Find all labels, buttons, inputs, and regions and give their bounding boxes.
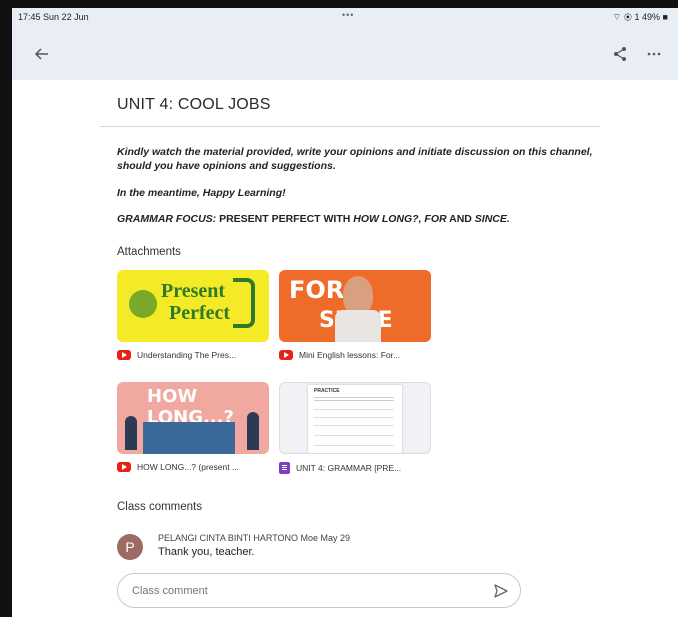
send-icon[interactable]: [492, 582, 510, 600]
class-comment-input[interactable]: [130, 582, 474, 600]
share-icon: [614, 47, 626, 61]
attachment-thumbnail: HOW LONG...?: [117, 382, 269, 454]
title-divider: [100, 126, 600, 127]
avatar: P: [117, 534, 143, 560]
comment-text: Thank you, teacher.: [158, 546, 255, 558]
attachment-thumbnail: PRACTICE: [279, 382, 431, 454]
document-icon: [279, 462, 290, 474]
more-horizontal-icon: [647, 52, 661, 56]
app-bar: [12, 26, 678, 80]
attachment-card-how-long[interactable]: HOW LONG...? HOW LONG...? (present ...: [117, 382, 269, 472]
class-comment-field[interactable]: [117, 573, 521, 608]
attachment-label: Mini English lessons: For...: [279, 350, 429, 360]
attachment-card-present-perfect[interactable]: Present Perfect Understanding The Pres..…: [117, 270, 269, 360]
attachment-label: HOW LONG...? (present ...: [117, 462, 267, 472]
back-button[interactable]: [28, 40, 56, 68]
youtube-icon: [279, 350, 293, 360]
post-paragraph-greeting: In the meantime, Happy Learning!: [117, 187, 286, 199]
share-button[interactable]: [606, 40, 634, 68]
post-paragraph-grammar-focus: GRAMMAR FOCUS: PRESENT PERFECT WITH HOW …: [117, 213, 510, 225]
black-frame-top: [0, 0, 678, 8]
more-options-button[interactable]: [640, 40, 668, 68]
youtube-icon: [117, 350, 131, 360]
screen: 17:45 Sun 22 Jun ••• ⌔ ◉ 1 49% ■ UNIT 4:…: [0, 0, 678, 617]
comment-author-date: PELANGI CINTA BINTI HARTONO Moe May 29: [158, 533, 351, 543]
status-dots: •••: [342, 10, 355, 20]
attachment-label: Understanding The Pres...: [117, 350, 267, 360]
attachment-card-grammar-doc[interactable]: PRACTICE UNIT 4: GRAMMAR [PRE...: [279, 382, 431, 474]
status-bar: 17:45 Sun 22 Jun ••• ⌔ ◉ 1 49% ■: [12, 8, 678, 26]
attachment-thumbnail: FOR & SINCE: [279, 270, 431, 342]
post-paragraph-instructions: Kindly watch the material provided, writ…: [117, 146, 593, 172]
black-frame-left: [0, 0, 12, 617]
youtube-icon: [117, 462, 131, 472]
attachment-label: UNIT 4: GRAMMAR [PRE...: [279, 462, 429, 474]
status-time: 17:45 Sun 22 Jun: [18, 12, 89, 22]
back-arrow-icon: [34, 48, 48, 60]
class-comments-heading: Class comments: [117, 501, 202, 513]
attachment-thumbnail: Present Perfect: [117, 270, 269, 342]
status-indicators: ⌔ ◉ 1 49% ■: [612, 12, 668, 22]
attachment-card-for-since[interactable]: FOR & SINCE Mini English lessons: For...: [279, 270, 431, 360]
page-title: UNIT 4: COOL JOBS: [117, 96, 271, 113]
attachments-heading: Attachments: [117, 246, 181, 258]
